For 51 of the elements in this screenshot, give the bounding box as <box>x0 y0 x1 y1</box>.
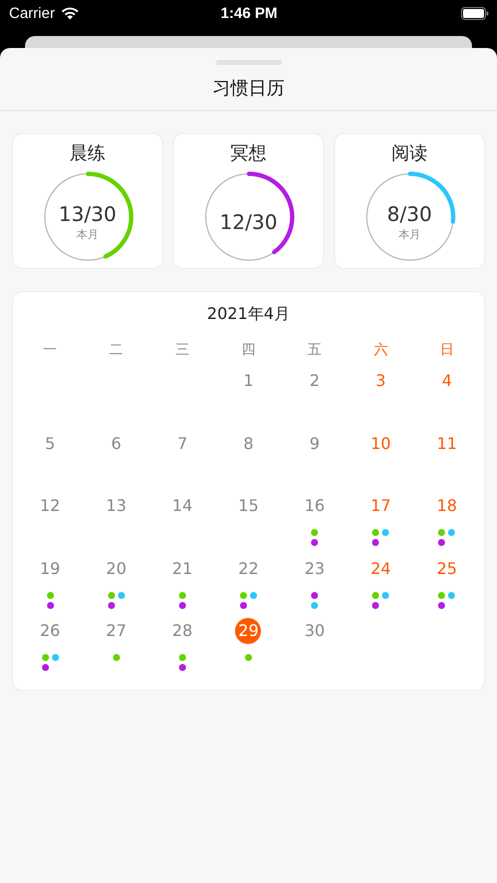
weekday-label: 五 <box>308 341 322 359</box>
weekday-label: 六 <box>374 341 388 359</box>
calendar-day[interactable]: 27 <box>103 618 130 644</box>
calendar-day[interactable]: 22 <box>235 556 262 582</box>
habit-name: 阅读 <box>392 142 428 166</box>
calendar-day[interactable]: 13 <box>103 493 130 519</box>
period-label: 本月 <box>76 227 98 243</box>
calendar-day[interactable]: 19 <box>37 556 64 582</box>
weekday-label: 三 <box>175 341 190 359</box>
habit-count: 8/30 <box>387 201 432 227</box>
sheet-title: 习惯日历 <box>212 76 284 100</box>
carrier-label: Carrier <box>9 4 55 22</box>
calendar-day[interactable]: 6 <box>103 430 130 456</box>
habit-name: 晨练 <box>70 142 106 166</box>
calendar-day[interactable]: 16 <box>302 493 328 519</box>
calendar-day[interactable]: 8 <box>235 430 262 456</box>
calendar-day[interactable]: 24 <box>368 556 394 582</box>
calendar-day[interactable]: 7 <box>169 430 196 456</box>
weekday-label: 四 <box>241 341 256 359</box>
calendar-day[interactable]: 5 <box>37 430 64 456</box>
battery-icon <box>460 6 489 20</box>
weekday-label: 一 <box>43 341 58 359</box>
wifi-icon <box>60 6 80 20</box>
calendar-day[interactable]: 23 <box>302 556 328 582</box>
calendar-day[interactable]: 25 <box>434 556 460 582</box>
calendar-day[interactable]: 20 <box>103 556 130 582</box>
calendar-day[interactable]: 2 <box>302 368 328 394</box>
calendar-day[interactable]: 9 <box>302 430 328 456</box>
calendar-day[interactable]: 21 <box>169 556 196 582</box>
habit-name: 冥想 <box>230 142 266 166</box>
period-label: 本月 <box>398 227 420 243</box>
calendar-day[interactable]: 26 <box>37 618 64 644</box>
calendar-day[interactable]: 28 <box>169 618 196 644</box>
calendar-day[interactable]: 17 <box>368 493 394 519</box>
calendar-day[interactable]: 1 <box>235 368 262 394</box>
status-time: 1:46 PM <box>220 4 278 22</box>
calendar-day[interactable]: 3 <box>368 368 394 394</box>
calendar-day[interactable]: 29 <box>235 618 262 644</box>
calendar-day[interactable]: 12 <box>37 493 64 519</box>
calendar-day[interactable]: 15 <box>235 493 262 519</box>
calendar-day[interactable]: 30 <box>302 618 328 644</box>
calendar-day[interactable]: 4 <box>434 368 460 394</box>
habit-count: 13/30 <box>58 201 116 227</box>
calendar-day[interactable]: 10 <box>368 430 394 456</box>
calendar-day[interactable]: 11 <box>434 430 460 456</box>
month-title: 2021年4月 <box>207 304 290 323</box>
habit-count: 12/30 <box>220 209 278 235</box>
calendar-day[interactable]: 14 <box>169 493 196 519</box>
calendar-day[interactable]: 18 <box>434 493 460 519</box>
weekday-label: 二 <box>109 341 124 359</box>
weekday-label: 日 <box>440 341 454 359</box>
